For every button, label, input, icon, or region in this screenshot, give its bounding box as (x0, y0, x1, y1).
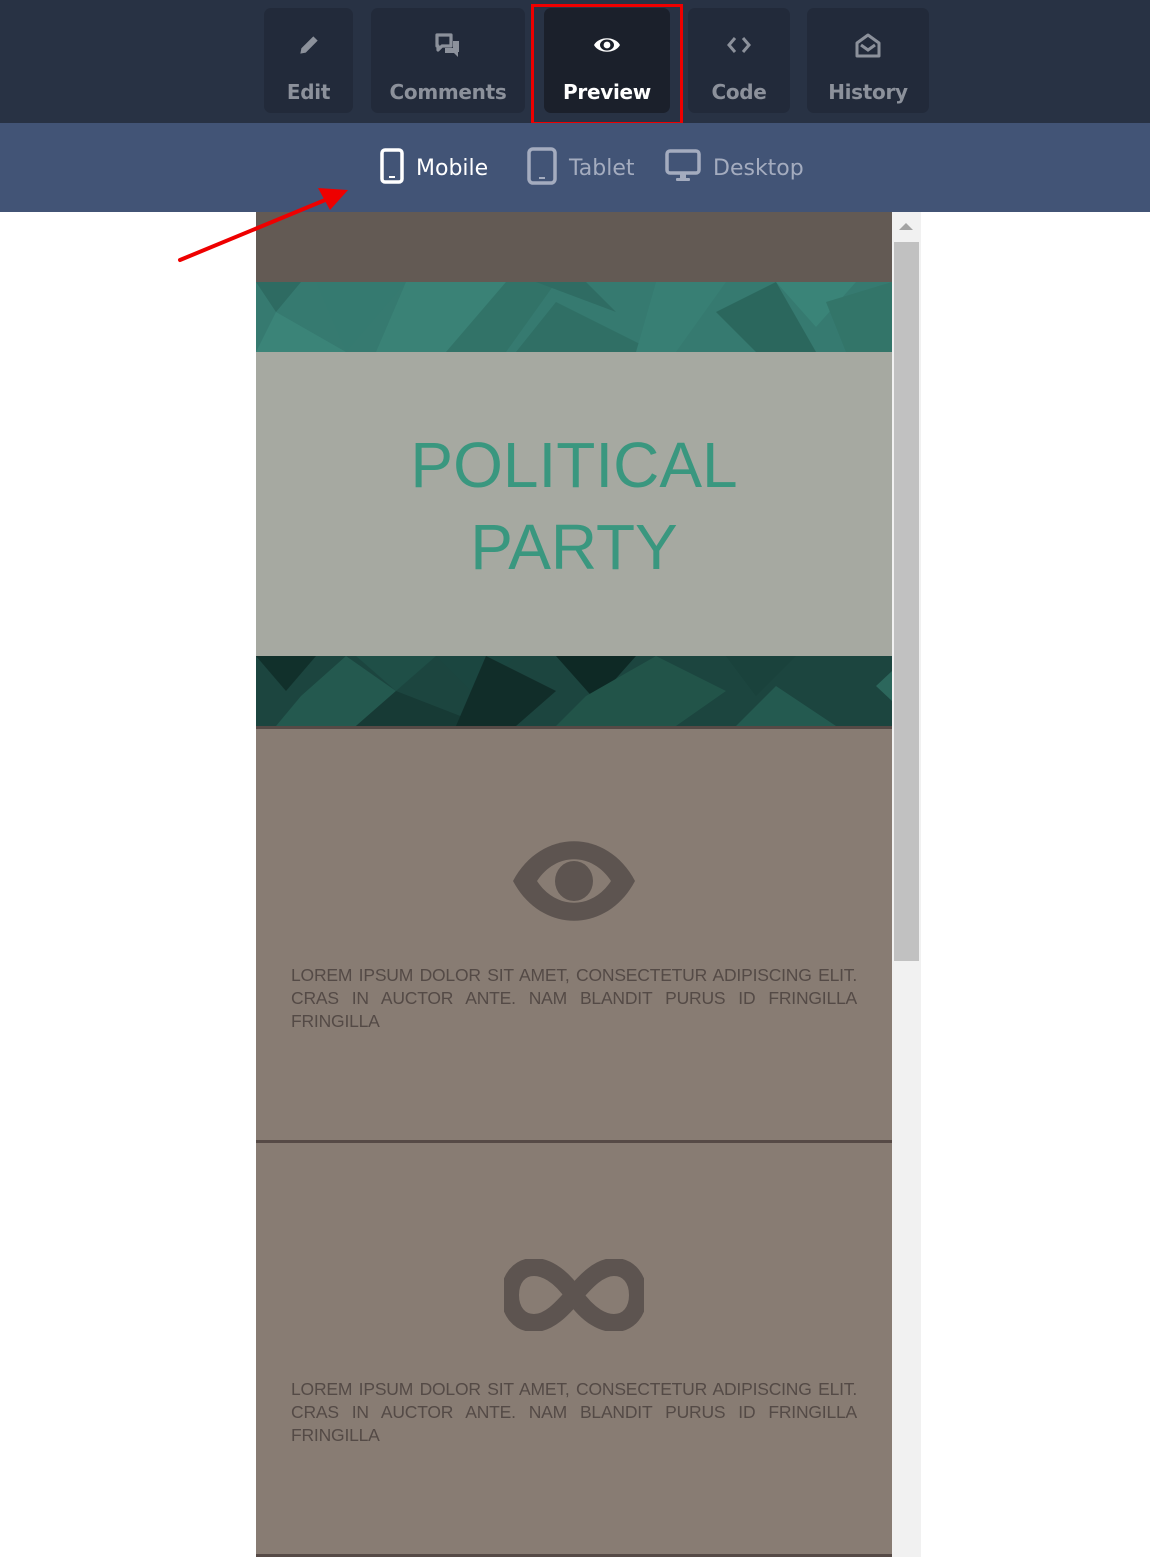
device-mobile[interactable]: Mobile (380, 148, 488, 188)
feature-text: LOREM IPSUM DOLOR SIT AMET, CONSECTETUR … (291, 1379, 857, 1445)
tab-label: Preview (563, 80, 651, 104)
eye-icon (544, 32, 670, 60)
tab-edit[interactable]: Edit (264, 8, 353, 113)
tab-label: History (828, 80, 908, 104)
pattern-band-bottom (256, 656, 892, 726)
tab-code[interactable]: Code (688, 8, 790, 113)
scroll-up-arrow-icon[interactable] (899, 223, 913, 230)
eye-icon (256, 834, 892, 928)
mobile-preview-frame: POLITICAL PARTY LOREM IPSUM DOLOR SIT AM… (256, 212, 921, 1557)
feature-text: LOREM IPSUM DOLOR SIT AMET, CONSECTETUR … (291, 965, 857, 1031)
device-tablet[interactable]: Tablet (527, 147, 635, 189)
device-label: Desktop (713, 155, 804, 181)
tab-label: Edit (286, 80, 331, 104)
feature-section: LOREM IPSUM DOLOR SIT AMET, CONSECTETUR … (256, 1140, 892, 1554)
tablet-icon (527, 147, 557, 189)
tab-comments[interactable]: Comments (371, 8, 525, 113)
code-icon (688, 32, 790, 60)
editor-toolbar: Edit Comments Preview Code History (0, 0, 1150, 125)
feature-section: LOREM IPSUM DOLOR SIT AMET, CONSECTETUR … (256, 726, 892, 1140)
pattern-band-top (256, 282, 892, 352)
hero-section: POLITICAL PARTY (256, 352, 892, 656)
tab-history[interactable]: History (807, 8, 929, 113)
desktop-icon (665, 149, 701, 187)
device-selector-bar: Mobile Tablet Desktop (0, 123, 1150, 212)
mobile-icon (380, 148, 404, 188)
comments-icon (371, 32, 525, 60)
scroll-thumb[interactable] (894, 242, 919, 961)
hero-title: POLITICAL PARTY (410, 429, 738, 583)
infinity-icon (256, 1259, 892, 1331)
tab-label: Code (711, 80, 767, 104)
tab-label: Comments (389, 80, 507, 104)
tab-preview[interactable]: Preview (544, 8, 670, 113)
device-label: Mobile (416, 155, 489, 181)
device-desktop[interactable]: Desktop (665, 148, 804, 188)
preview-content: POLITICAL PARTY LOREM IPSUM DOLOR SIT AM… (256, 212, 892, 1557)
pencil-icon (264, 32, 353, 60)
device-label: Tablet (569, 155, 635, 181)
envelope-open-icon (807, 32, 929, 60)
preview-scrollbar[interactable] (892, 212, 921, 1557)
preview-top-strip (256, 212, 892, 282)
